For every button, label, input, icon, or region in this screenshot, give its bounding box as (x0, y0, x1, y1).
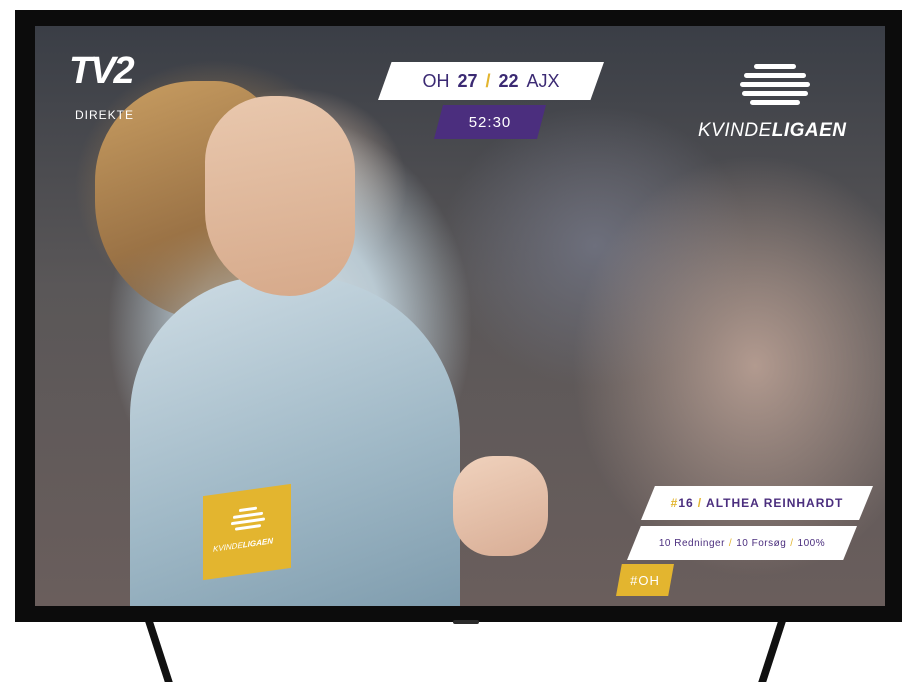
player-saves: 10 Redninger (658, 537, 725, 549)
player-name-separator: / (697, 496, 703, 510)
scoreboard: OH 27 / 22 AJX (378, 62, 604, 100)
kvindeligaen-ball-icon (740, 62, 810, 110)
away-score: 22 (498, 70, 519, 91)
sleeve-patch: KVINDELIGAEN (203, 483, 291, 581)
athlete-jersey (130, 276, 460, 606)
score-separator: / (485, 70, 491, 91)
player-number-hash: # (670, 496, 679, 510)
away-team-abbrev: AJX (526, 70, 560, 91)
tv2-logo: TV2 DIREKTE (63, 52, 153, 122)
home-score: 27 (457, 70, 478, 91)
kvindeligaen-wordmark: KVINDELIGAEN (698, 120, 847, 141)
patch-wordmark: KVINDELIGAEN (213, 536, 274, 554)
player-name-banner: # 16 / ALTHEA REINHARDT (641, 486, 873, 520)
live-status-label: DIREKTE (75, 108, 135, 122)
athlete-face (205, 96, 355, 296)
team-hashtag: #OH (616, 564, 674, 596)
tv-stand-left (145, 622, 173, 682)
tv-frame: TV2 DIREKTE OH 27 / 22 AJX 52:30 KVINDEL… (15, 10, 902, 624)
home-team-abbrev: OH (422, 70, 450, 91)
patch-ball-icon (231, 505, 265, 534)
tv2-logo-mark: TV2 (69, 50, 135, 92)
player-attempts: 10 Forsøg (736, 537, 787, 549)
stats-separator: / (790, 537, 794, 549)
tv-stand-right (758, 622, 786, 682)
game-clock: 52:30 (434, 105, 546, 139)
player-number: 16 (678, 496, 694, 510)
kvindeligaen-logo: KVINDELIGAEN (692, 62, 872, 152)
player-name: ALTHEA REINHARDT (706, 496, 844, 510)
tv-indicator (453, 620, 479, 624)
stats-separator: / (728, 537, 733, 549)
player-stats-banner: 10 Redninger / 10 Forsøg / 100% (627, 526, 857, 560)
athlete-fist (453, 456, 548, 556)
broadcast-screen: TV2 DIREKTE OH 27 / 22 AJX 52:30 KVINDEL… (35, 26, 885, 606)
player-save-percentage: 100% (797, 537, 826, 549)
